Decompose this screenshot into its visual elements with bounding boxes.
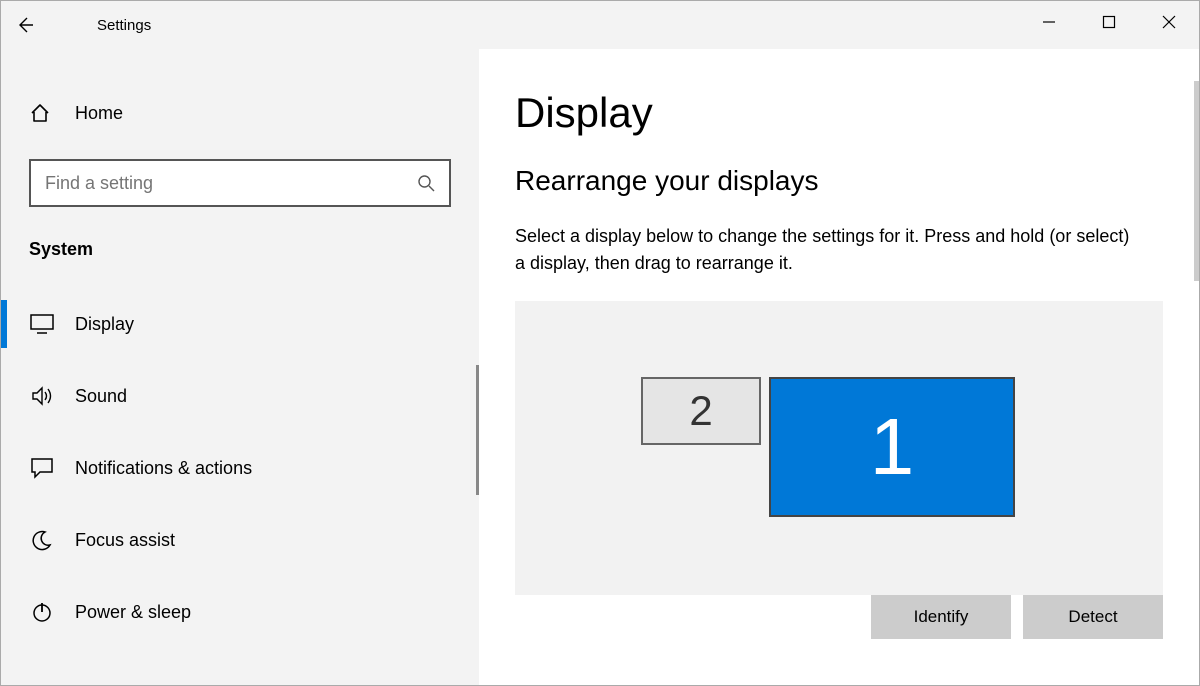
title-bar: Settings <box>1 1 1199 49</box>
moon-icon <box>29 529 55 551</box>
page-title: Display <box>515 89 1163 137</box>
search-icon <box>417 174 435 192</box>
nav-item-focus-assist[interactable]: Focus assist <box>1 504 479 576</box>
speaker-icon <box>29 385 55 407</box>
window-controls <box>1019 1 1199 43</box>
search-box[interactable] <box>29 159 451 207</box>
home-link[interactable]: Home <box>1 89 479 137</box>
close-button[interactable] <box>1139 1 1199 43</box>
sidebar: Home System Display Sound Notifications … <box>1 49 479 685</box>
power-icon <box>29 601 55 623</box>
identify-button[interactable]: Identify <box>871 595 1011 639</box>
monitor-icon <box>29 314 55 334</box>
display-monitor-2[interactable]: 2 <box>641 377 761 445</box>
section-title: Rearrange your displays <box>515 165 1163 197</box>
window-title: Settings <box>97 17 151 34</box>
close-icon <box>1162 15 1176 29</box>
minimize-icon <box>1042 15 1056 29</box>
nav-label: Focus assist <box>75 530 175 551</box>
back-button[interactable] <box>1 1 49 49</box>
display-monitor-1[interactable]: 1 <box>769 377 1015 517</box>
nav-item-display[interactable]: Display <box>1 288 479 360</box>
home-icon <box>29 102 55 124</box>
maximize-icon <box>1102 15 1116 29</box>
nav-item-sound[interactable]: Sound <box>1 360 479 432</box>
home-label: Home <box>75 103 123 124</box>
back-arrow-icon <box>15 15 35 35</box>
nav-label: Display <box>75 314 134 335</box>
detect-button[interactable]: Detect <box>1023 595 1163 639</box>
section-description: Select a display below to change the set… <box>515 223 1135 277</box>
main-scrollbar[interactable] <box>1194 81 1199 281</box>
nav-item-notifications[interactable]: Notifications & actions <box>1 432 479 504</box>
maximize-button[interactable] <box>1079 1 1139 43</box>
main-content: Display Rearrange your displays Select a… <box>479 49 1199 685</box>
display-arrange-area[interactable]: 2 1 <box>515 301 1163 595</box>
nav-label: Sound <box>75 386 127 407</box>
chat-icon <box>29 457 55 479</box>
nav-label: Notifications & actions <box>75 458 252 479</box>
category-label: System <box>1 239 479 260</box>
search-input[interactable] <box>45 173 417 194</box>
nav-item-power-sleep[interactable]: Power & sleep <box>1 576 479 648</box>
minimize-button[interactable] <box>1019 1 1079 43</box>
nav-label: Power & sleep <box>75 602 191 623</box>
